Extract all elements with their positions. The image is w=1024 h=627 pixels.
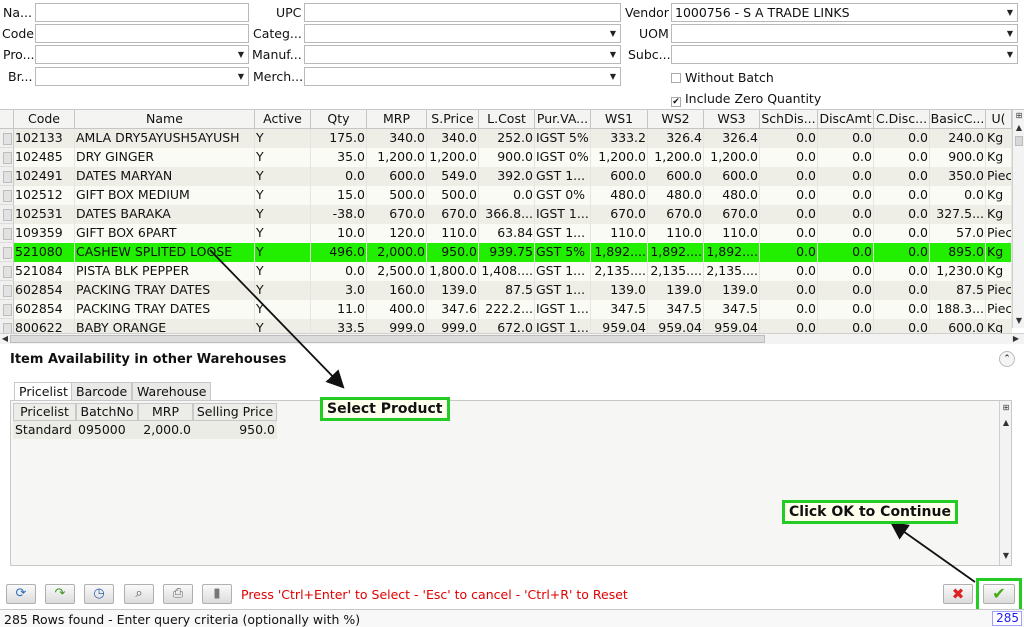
- select-product-arrow: [209, 249, 345, 389]
- select-product-callout: Select Product: [320, 397, 450, 421]
- history-icon[interactable]: ◷: [84, 584, 114, 604]
- print-icon[interactable]: ⎙: [163, 584, 193, 604]
- zoom-icon[interactable]: ⌕: [124, 584, 154, 604]
- keyboard-hint: Press 'Ctrl+Enter' to Select - 'Esc' to …: [241, 587, 628, 602]
- status-bar: 285 Rows found - Enter query criteria (o…: [0, 609, 1024, 627]
- click-ok-arrow: [890, 521, 976, 583]
- refresh-icon[interactable]: ⟳: [6, 584, 36, 604]
- redo-icon[interactable]: ↷: [45, 584, 75, 604]
- ok-button[interactable]: ✔: [983, 584, 1015, 604]
- row-count: 285: [992, 611, 1022, 626]
- status-text: 285 Rows found - Enter query criteria (o…: [4, 612, 361, 627]
- checkmark-icon: ✔: [992, 584, 1006, 603]
- click-ok-callout: Click OK to Continue: [782, 500, 958, 524]
- close-icon: ✖: [951, 585, 965, 603]
- delete-icon[interactable]: ▮: [202, 584, 232, 604]
- annotation-arrows: [209, 249, 976, 583]
- cancel-button[interactable]: ✖: [943, 584, 973, 604]
